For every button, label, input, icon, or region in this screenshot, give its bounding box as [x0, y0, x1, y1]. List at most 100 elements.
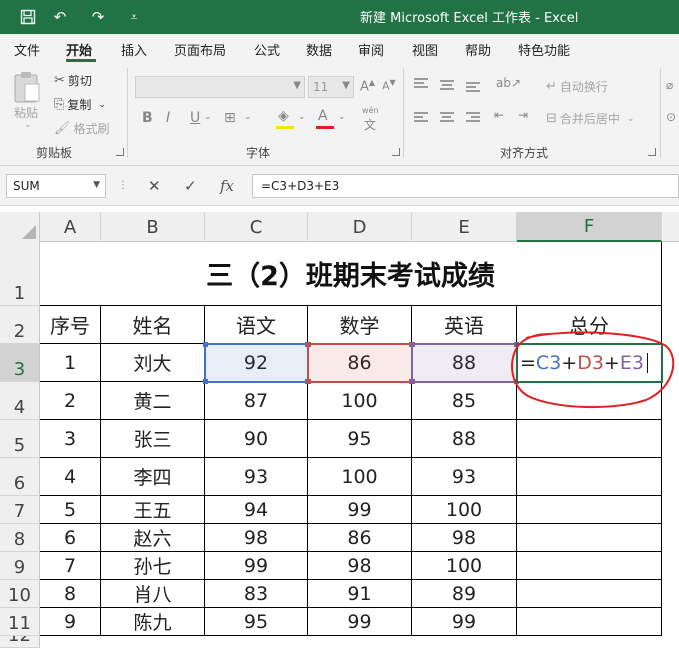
row-header-3[interactable]: 3 — [0, 344, 40, 382]
cell-english-row10[interactable]: 89 — [412, 580, 517, 608]
cell-number-row11[interactable]: 9 — [40, 608, 101, 636]
cell-math-row7[interactable]: 99 — [308, 496, 412, 524]
tab-file[interactable]: 文件 — [14, 40, 40, 59]
cell-name-row9[interactable]: 孙七 — [101, 552, 205, 580]
top-align-icon[interactable] — [414, 78, 428, 90]
align-right-icon[interactable] — [466, 112, 480, 124]
orientation-icon[interactable]: ab↗ — [496, 76, 521, 90]
column-header-b[interactable]: B — [101, 212, 205, 242]
cell-name-row3[interactable]: 刘大 — [101, 344, 205, 382]
cell-english-row4[interactable]: 85 — [412, 382, 517, 420]
cell-number-row5[interactable]: 3 — [40, 420, 101, 458]
cell-number-row6[interactable]: 4 — [40, 458, 101, 496]
column-header-d[interactable]: D — [308, 212, 412, 242]
cut-button[interactable]: ✂ 剪切 — [54, 72, 92, 89]
cell-total-row7[interactable] — [517, 496, 662, 524]
font-name-combo[interactable]: ▼ — [135, 76, 305, 98]
tab-page-layout[interactable]: 页面布局 — [174, 40, 226, 59]
cell-name-row5[interactable]: 张三 — [101, 420, 205, 458]
formula-input[interactable]: =C3+D3+E3 — [252, 174, 679, 198]
undo-icon[interactable]: ↶ — [50, 7, 70, 27]
tab-data[interactable]: 数据 — [306, 40, 332, 59]
alignment-launcher-icon[interactable] — [648, 148, 656, 156]
cell-english-row11[interactable]: 99 — [412, 608, 517, 636]
header-cell-english[interactable]: 英语 — [412, 306, 517, 344]
cell-total-row5[interactable] — [517, 420, 662, 458]
cell-english-row6[interactable]: 93 — [412, 458, 517, 496]
chevron-down-icon[interactable]: ▼ — [93, 180, 100, 190]
font-size-combo[interactable]: 11 ▼ — [308, 76, 354, 98]
tab-formulas[interactable]: 公式 — [254, 40, 280, 59]
cell-math-row8[interactable]: 86 — [308, 524, 412, 552]
row-header-5[interactable]: 5 — [0, 420, 40, 458]
cell-total-row9[interactable] — [517, 552, 662, 580]
row-header-7[interactable]: 7 — [0, 496, 40, 524]
tab-view[interactable]: 视图 — [412, 40, 438, 59]
decrease-indent-icon[interactable]: ⇤ — [494, 108, 504, 122]
cell-math-row6[interactable]: 100 — [308, 458, 412, 496]
select-all-button[interactable] — [0, 212, 40, 242]
align-left-icon[interactable] — [414, 112, 428, 124]
row-header-12[interactable]: 12 — [0, 636, 40, 648]
tab-special-features[interactable]: 特色功能 — [518, 40, 570, 59]
bold-button[interactable]: B — [142, 110, 153, 126]
cell-name-row7[interactable]: 王五 — [101, 496, 205, 524]
fill-color-icon[interactable]: ◈ — [278, 108, 289, 124]
font-color-dropdown-icon[interactable]: ⌄ — [338, 112, 346, 122]
row-header-11[interactable]: 11 — [0, 608, 40, 636]
header-cell-math[interactable]: 数学 — [308, 306, 412, 344]
underline-button[interactable]: U — [190, 110, 200, 126]
column-header-e[interactable]: E — [412, 212, 517, 242]
cell-chinese-row10[interactable]: 83 — [205, 580, 308, 608]
cell-total-row8[interactable] — [517, 524, 662, 552]
cell-chinese-row11[interactable]: 95 — [205, 608, 308, 636]
paste-dropdown-icon[interactable]: ⌄ — [24, 120, 32, 130]
tab-review[interactable]: 审阅 — [358, 40, 384, 59]
row-header-2[interactable]: 2 — [0, 306, 40, 344]
cell-english-row9[interactable]: 100 — [412, 552, 517, 580]
cell-name-row8[interactable]: 赵六 — [101, 524, 205, 552]
cell-total-row10[interactable] — [517, 580, 662, 608]
cell-math-row5[interactable]: 95 — [308, 420, 412, 458]
font-color-icon[interactable]: A — [318, 108, 328, 124]
insert-function-icon[interactable]: fx — [220, 177, 234, 195]
column-header-c[interactable]: C — [205, 212, 308, 242]
fill-dropdown-icon[interactable]: ⌄ — [298, 112, 306, 122]
save-icon[interactable] — [18, 7, 38, 27]
percent-icon[interactable]: ⊙ — [666, 110, 676, 124]
cell-chinese-row8[interactable]: 98 — [205, 524, 308, 552]
cell-number-row4[interactable]: 2 — [40, 382, 101, 420]
wrap-text-button[interactable]: ↵ 自动换行 — [546, 78, 608, 95]
middle-align-icon[interactable] — [440, 80, 454, 92]
font-launcher-icon[interactable] — [392, 148, 400, 156]
borders-dropdown-icon[interactable]: ⌄ — [244, 112, 252, 122]
row-header-4[interactable]: 4 — [0, 382, 40, 420]
cell-chinese-row9[interactable]: 99 — [205, 552, 308, 580]
cell-name-row6[interactable]: 李四 — [101, 458, 205, 496]
cell-chinese-row7[interactable]: 94 — [205, 496, 308, 524]
row-header-8[interactable]: 8 — [0, 524, 40, 552]
underline-dropdown-icon[interactable]: ⌄ — [204, 112, 212, 122]
cell-math-row9[interactable]: 98 — [308, 552, 412, 580]
cell-name-row10[interactable]: 肖八 — [101, 580, 205, 608]
increase-indent-icon[interactable]: ⇥ — [518, 108, 528, 122]
cell-total-row6[interactable] — [517, 458, 662, 496]
cell-name-row4[interactable]: 黄二 — [101, 382, 205, 420]
number-format-icon[interactable]: ⌀ — [666, 78, 673, 92]
decrease-font-icon[interactable]: A▼ — [382, 78, 396, 93]
phonetic-guide-icon[interactable]: wén — [362, 106, 379, 115]
cell-number-row8[interactable]: 6 — [40, 524, 101, 552]
cell-english-row8[interactable]: 98 — [412, 524, 517, 552]
customize-quick-access-icon[interactable]: ⩡ — [124, 7, 144, 27]
format-painter-button[interactable]: 🖌 格式刷 — [54, 120, 110, 137]
header-cell-number[interactable]: 序号 — [40, 306, 101, 344]
cancel-icon[interactable]: ✕ — [148, 177, 161, 195]
tab-insert[interactable]: 插入 — [121, 40, 147, 59]
header-cell-chinese[interactable]: 语文 — [205, 306, 308, 344]
cell-math-row4[interactable]: 100 — [308, 382, 412, 420]
tab-help[interactable]: 帮助 — [465, 40, 491, 59]
align-center-icon[interactable] — [440, 112, 454, 124]
cell-name-row11[interactable]: 陈九 — [101, 608, 205, 636]
cell-number-row7[interactable]: 5 — [40, 496, 101, 524]
cell-total-row11[interactable] — [517, 608, 662, 636]
